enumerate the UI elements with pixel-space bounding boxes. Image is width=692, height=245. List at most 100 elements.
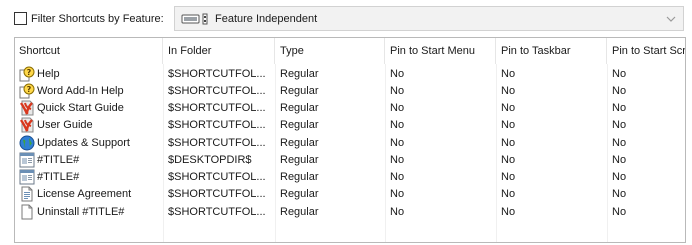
feature-dropdown-value: Feature Independent	[215, 12, 318, 25]
in-folder-cell[interactable]: $DESKTOPDIR$	[163, 154, 275, 166]
table-header: Shortcut In Folder Type Pin to Start Men…	[15, 38, 685, 64]
table-row[interactable]: License Agreement $SHORTCUTFOL... Regular N…	[15, 186, 685, 203]
table-row[interactable]: User Guide $SHORTCUTFOL... Regular No No No	[15, 117, 685, 134]
type-cell[interactable]: Regular	[275, 206, 385, 218]
type-cell[interactable]: Regular	[275, 68, 385, 80]
pin-taskbar-cell[interactable]: No	[496, 102, 607, 114]
table-row[interactable]: #TITLE# $DESKTOPDIR$ Regular No No No	[15, 151, 685, 168]
pin-taskbar-cell[interactable]: No	[496, 119, 607, 131]
pin-start-screen-cell[interactable]: No	[607, 102, 685, 114]
app-window-icon	[19, 152, 35, 168]
pin-taskbar-cell[interactable]: No	[496, 171, 607, 183]
shortcut-name: #TITLE#	[37, 153, 80, 166]
type-cell[interactable]: Regular	[275, 137, 385, 149]
shortcut-cell[interactable]: ? Word Add-In Help	[15, 83, 163, 99]
shortcut-name: Updates & Support	[37, 136, 130, 149]
pin-taskbar-cell[interactable]: No	[496, 137, 607, 149]
in-folder-cell[interactable]: $SHORTCUTFOL...	[163, 102, 275, 114]
pin-start-screen-cell[interactable]: No	[607, 171, 685, 183]
pdf-icon	[19, 100, 35, 116]
column-header-pin-start-screen[interactable]: Pin to Start Scr	[607, 38, 685, 64]
chevron-down-icon[interactable]	[666, 14, 676, 24]
pin-start-menu-cell[interactable]: No	[385, 68, 496, 80]
column-header-shortcut[interactable]: Shortcut	[15, 38, 163, 64]
type-cell[interactable]: Regular	[275, 102, 385, 114]
help-icon: ?	[19, 83, 35, 99]
filter-checkbox-label[interactable]: Filter Shortcuts by Feature:	[31, 13, 164, 25]
pin-start-screen-cell[interactable]: No	[607, 119, 685, 131]
shortcuts-table[interactable]: Shortcut In Folder Type Pin to Start Men…	[14, 37, 686, 243]
table-row[interactable]: ? Word Add-In Help $SHORTCUTFOL... Regular N…	[15, 82, 685, 99]
shortcut-name: Quick Start Guide	[37, 102, 124, 115]
shortcut-name: #TITLE#	[37, 171, 80, 184]
type-cell[interactable]: Regular	[275, 119, 385, 131]
pdf-icon	[19, 117, 35, 133]
pin-start-menu-cell[interactable]: No	[385, 154, 496, 166]
blank-file-icon	[19, 204, 35, 220]
shortcut-cell[interactable]: Updates & Support	[15, 135, 163, 151]
column-header-in-folder[interactable]: In Folder	[163, 38, 275, 64]
filter-checkbox[interactable]	[14, 12, 27, 25]
in-folder-cell[interactable]: $SHORTCUTFOL...	[163, 171, 275, 183]
shortcut-name: License Agreement	[37, 188, 132, 201]
type-cell[interactable]: Regular	[275, 188, 385, 200]
svg-text:?: ?	[27, 68, 32, 77]
type-cell[interactable]: Regular	[275, 154, 385, 166]
in-folder-cell[interactable]: $SHORTCUTFOL...	[163, 206, 275, 218]
pin-taskbar-cell[interactable]: No	[496, 68, 607, 80]
shortcut-cell[interactable]: #TITLE#	[15, 152, 163, 168]
in-folder-cell[interactable]: $SHORTCUTFOL...	[163, 68, 275, 80]
in-folder-cell[interactable]: $SHORTCUTFOL...	[163, 85, 275, 97]
table-row[interactable]: Uninstall #TITLE# $SHORTCUTFOL... Regular N…	[15, 203, 685, 220]
table-body: ? Help $SHORTCUTFOL... Regular No No No? Word A…	[15, 65, 685, 220]
pin-taskbar-cell[interactable]: No	[496, 188, 607, 200]
table-row[interactable]: ? Help $SHORTCUTFOL... Regular No No No	[15, 65, 685, 82]
feature-icon	[181, 12, 209, 26]
table-row[interactable]: Updates & Support $SHORTCUTFOL... Regular N…	[15, 134, 685, 151]
pin-start-screen-cell[interactable]: No	[607, 188, 685, 200]
pin-taskbar-cell[interactable]: No	[496, 206, 607, 218]
shortcut-cell[interactable]: Quick Start Guide	[15, 100, 163, 116]
pin-start-menu-cell[interactable]: No	[385, 171, 496, 183]
pin-taskbar-cell[interactable]: No	[496, 85, 607, 97]
table-row[interactable]: Quick Start Guide $SHORTCUTFOL... Regular N…	[15, 100, 685, 117]
globe-icon	[19, 135, 35, 151]
pin-start-screen-cell[interactable]: No	[607, 68, 685, 80]
shortcut-cell[interactable]: ? Help	[15, 66, 163, 82]
document-icon	[19, 186, 35, 202]
shortcut-name: Uninstall #TITLE#	[37, 205, 125, 218]
pin-start-menu-cell[interactable]: No	[385, 206, 496, 218]
type-cell[interactable]: Regular	[275, 85, 385, 97]
pin-taskbar-cell[interactable]: No	[496, 154, 607, 166]
pin-start-menu-cell[interactable]: No	[385, 85, 496, 97]
shortcut-cell[interactable]: License Agreement	[15, 186, 163, 202]
pin-start-menu-cell[interactable]: No	[385, 119, 496, 131]
filter-bar: Filter Shortcuts by Feature: Feature Ind…	[0, 4, 692, 32]
svg-text:?: ?	[27, 85, 32, 94]
shortcut-name: User Guide	[37, 119, 93, 132]
column-header-pin-taskbar[interactable]: Pin to Taskbar	[496, 38, 607, 64]
shortcut-cell[interactable]: User Guide	[15, 117, 163, 133]
help-icon: ?	[19, 66, 35, 82]
table-row[interactable]: #TITLE# $SHORTCUTFOL... Regular No No No	[15, 169, 685, 186]
pin-start-menu-cell[interactable]: No	[385, 137, 496, 149]
pin-start-menu-cell[interactable]: No	[385, 188, 496, 200]
pin-start-screen-cell[interactable]: No	[607, 154, 685, 166]
app-window-icon	[19, 169, 35, 185]
shortcut-name: Word Add-In Help	[37, 84, 124, 97]
pin-start-screen-cell[interactable]: No	[607, 137, 685, 149]
shortcut-cell[interactable]: Uninstall #TITLE#	[15, 204, 163, 220]
shortcut-name: Help	[37, 67, 60, 80]
type-cell[interactable]: Regular	[275, 171, 385, 183]
column-header-type[interactable]: Type	[275, 38, 385, 64]
pin-start-menu-cell[interactable]: No	[385, 102, 496, 114]
pin-start-screen-cell[interactable]: No	[607, 85, 685, 97]
in-folder-cell[interactable]: $SHORTCUTFOL...	[163, 137, 275, 149]
in-folder-cell[interactable]: $SHORTCUTFOL...	[163, 188, 275, 200]
shortcut-cell[interactable]: #TITLE#	[15, 169, 163, 185]
in-folder-cell[interactable]: $SHORTCUTFOL...	[163, 119, 275, 131]
feature-dropdown[interactable]: Feature Independent	[174, 6, 684, 31]
column-header-pin-start-menu[interactable]: Pin to Start Menu	[385, 38, 496, 64]
filter-checkbox-group[interactable]: Filter Shortcuts by Feature:	[14, 12, 164, 25]
pin-start-screen-cell[interactable]: No	[607, 206, 685, 218]
